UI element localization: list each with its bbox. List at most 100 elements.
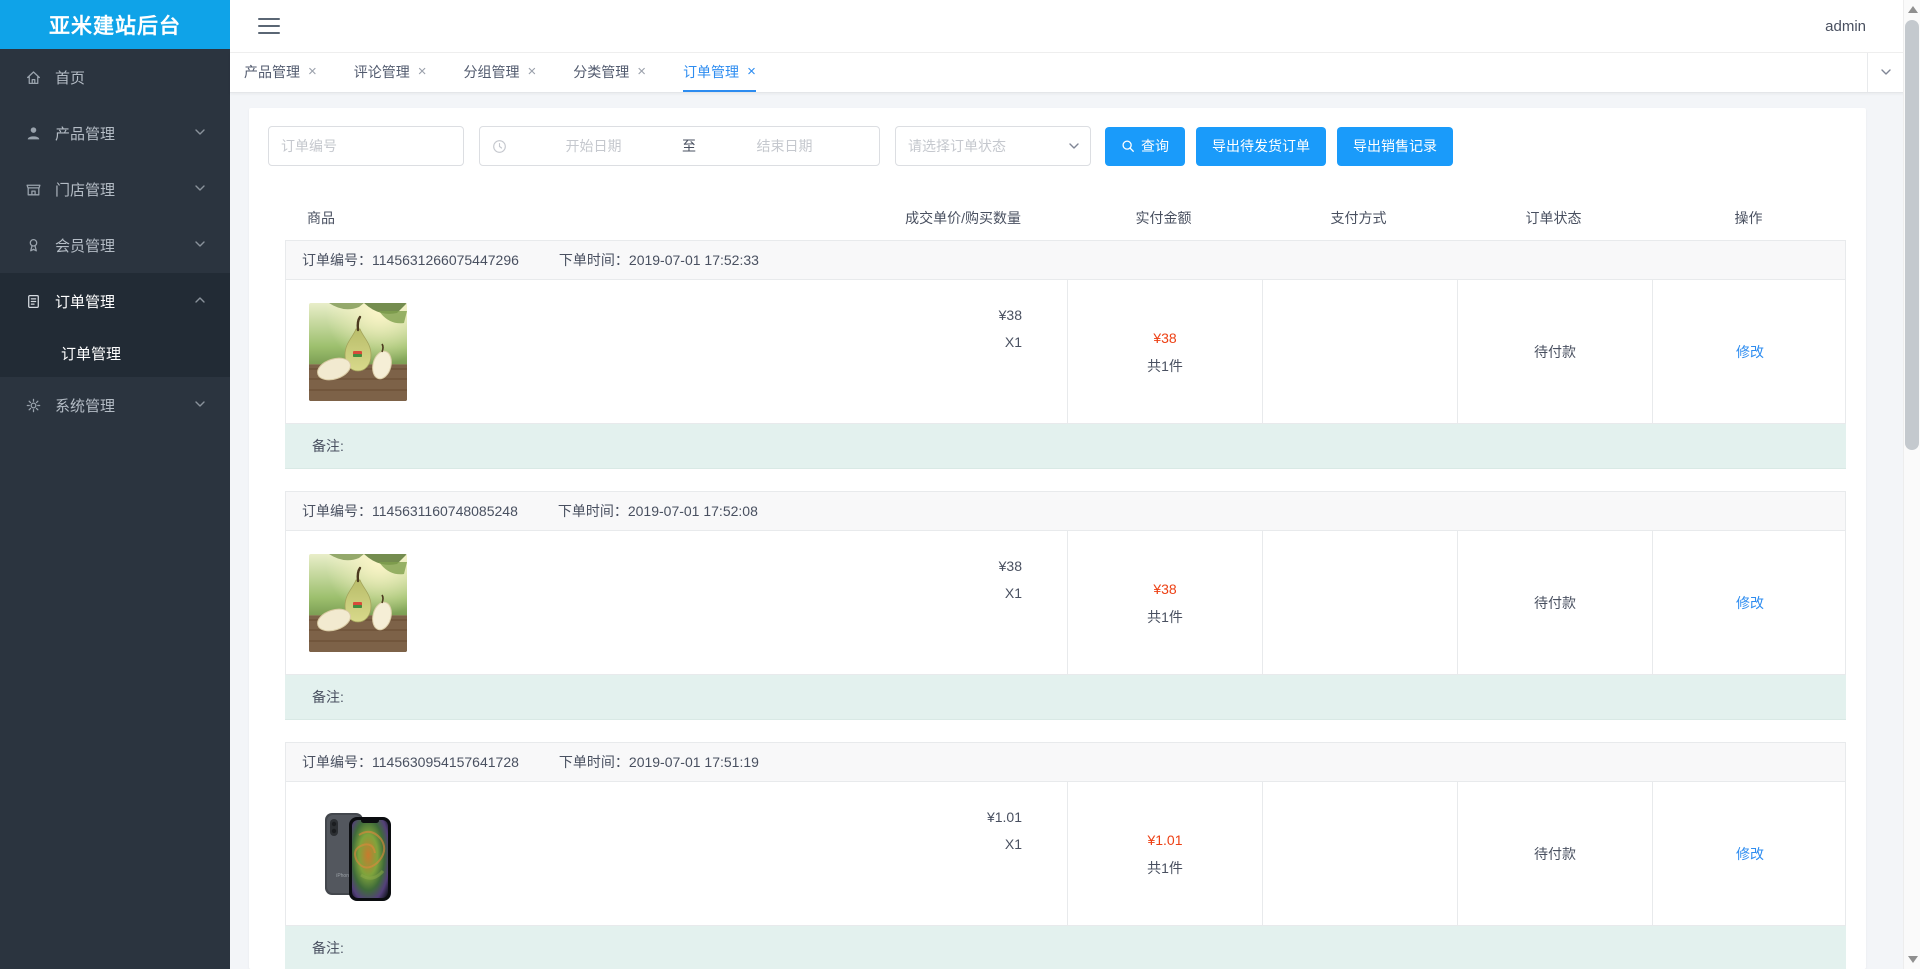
order-status-select[interactable]: 请选择订单状态	[895, 126, 1091, 166]
sidebar-item-label: 订单管理	[55, 293, 116, 311]
date-range-picker[interactable]: 开始日期 至 结束日期	[479, 126, 880, 166]
content-area: 开始日期 至 结束日期 请选择订单状态 查询	[230, 93, 1920, 969]
sidebar-item-system[interactable]: 系统管理	[0, 377, 230, 433]
chevron-down-icon	[194, 397, 206, 414]
sidebar-subitem-label: 订单管理	[61, 345, 122, 363]
order-status: 待付款	[1534, 594, 1576, 611]
sidebar-item-orders[interactable]: 订单管理	[0, 273, 230, 329]
export-sales-button[interactable]: 导出销售记录	[1337, 126, 1453, 166]
clock-icon	[492, 139, 507, 154]
order-time-value: 2019-07-01 17:52:33	[628, 252, 759, 268]
start-date-placeholder: 开始日期	[565, 138, 622, 154]
paid-amount: ¥1.01	[1147, 832, 1183, 848]
sidebar-subitem-orders[interactable]: 订单管理	[0, 329, 230, 377]
scroll-up-icon[interactable]	[1908, 6, 1918, 13]
chevron-up-icon	[194, 293, 206, 310]
chevron-down-icon	[194, 181, 206, 198]
unit-price: ¥1.01	[986, 809, 1022, 825]
sidebar-item-label: 系统管理	[55, 397, 116, 415]
column-header-paid: 实付金额	[1135, 210, 1192, 226]
menu-toggle-icon[interactable]	[258, 18, 280, 34]
chevron-down-icon	[194, 237, 206, 254]
sidebar-item-products[interactable]: 产品管理	[0, 105, 230, 161]
tab-categories[interactable]: 分类管理 ×	[573, 53, 646, 92]
table-row: iPhone ¥1.01 X1 ¥1.01 共1件 待付款 修改	[285, 782, 1846, 926]
export-sales-label: 导出销售记录	[1353, 138, 1437, 154]
order-time-label: 下单时间：	[557, 503, 628, 519]
close-icon[interactable]: ×	[528, 64, 537, 79]
edit-order-link[interactable]: 修改	[1736, 844, 1764, 864]
product-image-pear	[309, 553, 407, 652]
chevron-down-icon	[1880, 65, 1892, 81]
home-icon	[24, 68, 42, 86]
order-icon	[24, 292, 42, 310]
tab-groups[interactable]: 分组管理 ×	[464, 53, 537, 92]
search-icon	[1121, 139, 1135, 153]
product-image-iphone: iPhone	[309, 804, 407, 903]
order-header: 订单编号： 1145631160748085248 下单时间： 2019-07-…	[285, 491, 1846, 531]
tab-label: 订单管理	[683, 63, 740, 80]
remark-label: 备注:	[312, 689, 344, 705]
remark-label: 备注:	[312, 438, 344, 454]
chevron-down-icon	[1068, 140, 1080, 152]
order-no-input[interactable]	[268, 126, 464, 166]
paid-amount: ¥38	[1153, 330, 1177, 346]
store-icon	[24, 180, 42, 198]
gear-icon	[24, 396, 42, 414]
column-header-unit-price: 成交单价/购买数量	[905, 210, 1021, 226]
export-pending-button[interactable]: 导出待发货订单	[1196, 126, 1326, 166]
column-header-actions: 操作	[1734, 210, 1763, 226]
tab-label: 分组管理	[463, 63, 520, 80]
order-no-label: 订单编号：	[302, 503, 372, 519]
unit-price: ¥38	[998, 307, 1022, 323]
scrollbar-thumb[interactable]	[1905, 20, 1919, 450]
sidebar: 亚米建站后台 首页 产品管理 门店管理 会员管理 订单管理 订单管理 系统管理	[0, 0, 230, 969]
column-header-pay-method: 支付方式	[1330, 210, 1387, 226]
sidebar-item-home[interactable]: 首页	[0, 49, 230, 105]
quantity: X1	[1004, 585, 1022, 601]
edit-order-link[interactable]: 修改	[1736, 342, 1764, 362]
user-icon	[24, 124, 42, 142]
total-count: 共1件	[1147, 358, 1183, 374]
paid-amount: ¥38	[1153, 581, 1177, 597]
order-no-label: 订单编号：	[302, 252, 372, 268]
close-icon[interactable]: ×	[418, 64, 427, 79]
tab-comments[interactable]: 评论管理 ×	[354, 53, 427, 92]
sidebar-item-stores[interactable]: 门店管理	[0, 161, 230, 217]
remark-row: 备注:	[285, 424, 1846, 469]
remark-label: 备注:	[312, 940, 344, 956]
tab-orders[interactable]: 订单管理 ×	[683, 53, 756, 92]
edit-order-link[interactable]: 修改	[1736, 593, 1764, 613]
order-header: 订单编号： 1145631266075447296 下单时间： 2019-07-…	[285, 240, 1846, 280]
search-button[interactable]: 查询	[1105, 126, 1185, 166]
order-block: 订单编号： 1145631160748085248 下单时间： 2019-07-…	[285, 491, 1846, 720]
order-no-value: 1145630954157641728	[372, 754, 519, 770]
sidebar-group-orders: 订单管理 订单管理	[0, 273, 230, 377]
tab-label: 评论管理	[353, 63, 410, 80]
tab-label: 产品管理	[244, 63, 300, 80]
search-button-label: 查询	[1141, 138, 1169, 154]
order-time-value: 2019-07-01 17:51:19	[628, 754, 759, 770]
close-icon[interactable]: ×	[637, 64, 646, 79]
order-no-label: 订单编号：	[302, 754, 372, 770]
export-pending-label: 导出待发货订单	[1212, 138, 1310, 154]
vertical-scrollbar[interactable]	[1903, 0, 1920, 969]
sidebar-item-label: 首页	[55, 69, 86, 87]
order-time-label: 下单时间：	[558, 252, 629, 268]
tab-label: 分类管理	[573, 63, 630, 80]
unit-price: ¥38	[998, 558, 1022, 574]
sidebar-item-members[interactable]: 会员管理	[0, 217, 230, 273]
tabs-overflow-button[interactable]	[1867, 53, 1903, 92]
orders-table: 商品 成交单价/购买数量 实付金额 支付方式 订单状态 操作 订单编号： 114…	[285, 196, 1846, 969]
close-icon[interactable]: ×	[308, 64, 317, 79]
product-image-pear	[309, 302, 407, 401]
tab-products[interactable]: 产品管理 ×	[244, 53, 317, 92]
end-date-placeholder: 结束日期	[756, 138, 813, 154]
scroll-down-icon[interactable]	[1908, 956, 1918, 963]
user-menu[interactable]: admin	[1825, 18, 1866, 35]
app-window: 亚米建站后台 首页 产品管理 门店管理 会员管理 订单管理 订单管理 系统管理 …	[0, 0, 1920, 969]
main-area: admin 产品管理 × 评论管理 × 分组管理 × 分类管理 × 订单管理 ×	[230, 0, 1920, 969]
total-count: 共1件	[1147, 860, 1183, 876]
close-icon[interactable]: ×	[747, 64, 756, 79]
order-time-label: 下单时间：	[558, 754, 629, 770]
